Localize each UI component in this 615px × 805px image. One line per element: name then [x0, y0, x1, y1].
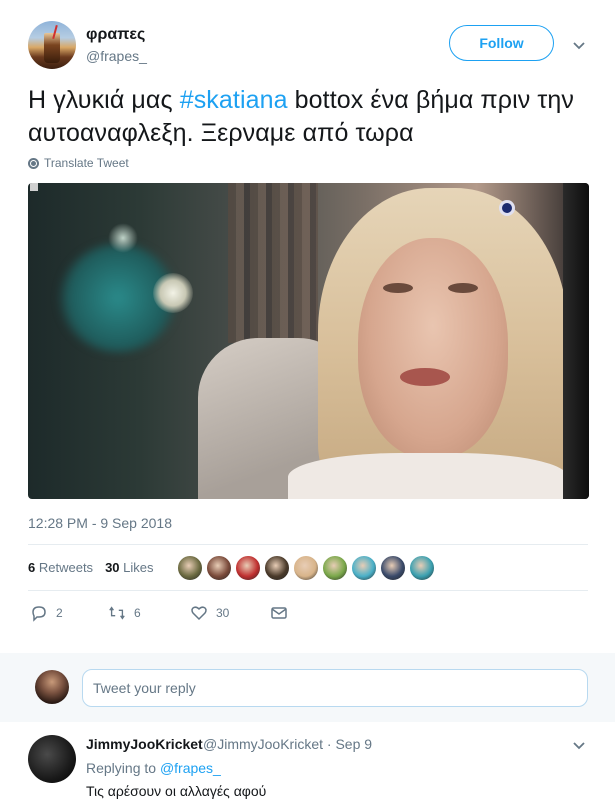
tweet-stats: 6 Retweets 30 Likes: [28, 560, 154, 575]
retweets-label: Retweets: [38, 560, 94, 575]
retweet-count: 6: [134, 606, 141, 620]
author-avatar[interactable]: [28, 21, 76, 69]
translate-label: Translate Tweet: [44, 156, 129, 170]
media-corner-mark: [30, 183, 38, 191]
translate-tweet-link[interactable]: Translate Tweet: [28, 156, 129, 170]
divider: [28, 544, 588, 545]
likes-count: 30: [105, 560, 120, 575]
like-action[interactable]: 30: [190, 604, 229, 622]
reply-author-avatar[interactable]: [28, 735, 76, 783]
likes-label: Likes: [123, 560, 154, 575]
retweet-icon: [109, 606, 125, 620]
replying-to-label: Replying to: [86, 760, 157, 776]
media-bokeh: [108, 223, 138, 253]
media-face: [358, 238, 508, 458]
author-handle[interactable]: @frapes_: [86, 48, 147, 64]
retweets-stat[interactable]: 6 Retweets: [28, 560, 93, 575]
tweet-media-image[interactable]: [28, 183, 589, 499]
media-mouth: [400, 368, 450, 386]
chevron-down-icon[interactable]: [573, 40, 585, 52]
tweet-timestamp[interactable]: 12:28 PM - 9 Sep 2018: [28, 515, 172, 531]
author-display-name[interactable]: φραπες: [86, 26, 145, 44]
globe-icon: [28, 157, 39, 169]
heart-icon: [191, 606, 207, 621]
reply-icon: [32, 606, 46, 622]
liker-avatar[interactable]: [235, 555, 261, 581]
liker-avatar[interactable]: [206, 555, 232, 581]
likes-stat[interactable]: 30 Likes: [105, 560, 153, 575]
replying-to-handle-link[interactable]: @frapes_: [160, 760, 221, 776]
media-edge: [563, 183, 589, 499]
media-shirt: [288, 453, 568, 499]
reply-count: 2: [56, 606, 63, 620]
hashtag-link[interactable]: #skatiana: [180, 86, 288, 114]
liker-avatar[interactable]: [264, 555, 290, 581]
liker-avatar[interactable]: [322, 555, 348, 581]
media-logo-dot: [499, 200, 515, 216]
reply-text: Τις αρέσουν οι αλλαγές αφού: [86, 783, 267, 799]
follow-button[interactable]: Follow: [449, 25, 554, 61]
liker-avatar[interactable]: [177, 555, 203, 581]
reply-author-name[interactable]: JimmyJooKricket: [86, 736, 203, 752]
tweet-text: Η γλυκιά μας #skatiana bottox ένα βήμα π…: [28, 84, 598, 150]
chevron-down-icon[interactable]: [573, 740, 585, 752]
divider: [28, 590, 588, 591]
retweet-action[interactable]: 6: [108, 604, 141, 622]
reply-input[interactable]: Tweet your reply: [82, 669, 588, 707]
direct-message-action[interactable]: [270, 604, 288, 622]
liker-avatar[interactable]: [409, 555, 435, 581]
like-count: 30: [216, 606, 230, 620]
media-eye: [448, 283, 478, 293]
media-eye: [383, 283, 413, 293]
tweet-text-part: Η γλυκιά μας: [28, 86, 180, 114]
reply-action[interactable]: 2: [30, 604, 63, 622]
current-user-avatar: [35, 670, 69, 704]
envelope-icon: [271, 607, 287, 619]
reply-author-meta[interactable]: @JimmyJooKricket · Sep 9: [203, 736, 372, 752]
replying-to: Replying to @frapes_: [86, 760, 221, 776]
liker-avatars: [177, 555, 435, 581]
media-shelf: [228, 183, 318, 343]
liker-avatar[interactable]: [380, 555, 406, 581]
liker-avatar[interactable]: [351, 555, 377, 581]
media-light: [153, 273, 193, 313]
retweets-count: 6: [28, 560, 36, 575]
liker-avatar[interactable]: [293, 555, 319, 581]
